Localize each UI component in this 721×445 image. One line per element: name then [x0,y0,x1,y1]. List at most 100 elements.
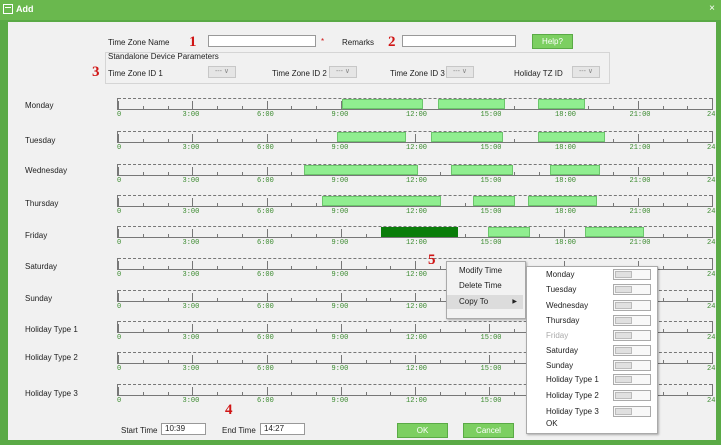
tick-mark [241,266,243,269]
tick-mark [340,229,342,237]
tick-mark [291,203,293,206]
time-segment[interactable] [341,99,424,109]
tick-mark [241,392,243,395]
copy-toggle[interactable] [613,374,651,385]
copy-target-holiday-type-2[interactable]: Holiday Type 2 [546,391,599,400]
remarks-label: Remarks [342,38,375,47]
copy-toggle[interactable] [613,284,651,295]
time-segment[interactable] [450,165,513,175]
tick-mark [662,266,664,269]
tick-mark [712,101,713,109]
copy-toggle[interactable] [613,269,651,280]
tick-mark [316,234,317,237]
tick-mark [712,198,713,206]
copy-target-wednesday[interactable]: Wednesday [546,301,588,310]
tick-mark [662,234,664,237]
axis-tick-label: 15:00 [480,111,502,119]
start-time-input[interactable]: 10:39 [161,423,206,435]
tick-mark [514,392,515,395]
row-label: Holiday Type 1 [25,325,78,334]
required-mark: * [321,37,325,46]
time-segment[interactable] [336,132,407,142]
help-button[interactable]: Help? [532,34,573,49]
time-segment[interactable] [304,165,419,175]
time-segment[interactable] [550,165,600,175]
tick-mark [217,329,218,332]
copy-target-monday[interactable]: Monday [546,270,574,279]
time-segment[interactable] [537,99,585,109]
tick-mark [192,387,194,395]
close-icon[interactable]: × [709,3,715,14]
tick-mark [662,392,664,395]
remarks-input[interactable] [402,35,516,47]
timeline-bar[interactable] [117,226,713,238]
holiday-tz-select[interactable]: --- ∨ [572,66,600,78]
time-segment[interactable] [584,227,645,237]
timeline-bar[interactable] [117,98,713,110]
tick-mark [266,261,268,269]
submenu-ok-button[interactable]: OK [546,419,558,428]
time-segment[interactable] [438,99,506,109]
tz3-select[interactable]: --- ∨ [446,66,474,78]
copy-target-holiday-type-1[interactable]: Holiday Type 1 [546,375,599,384]
copy-toggle[interactable] [613,300,651,311]
axis-tick-label: 0 [117,144,122,152]
tick-mark [439,266,441,269]
cancel-button[interactable]: Cancel [463,423,514,438]
copy-toggle[interactable] [613,345,651,356]
time-segment[interactable] [537,132,605,142]
copy-target-tuesday[interactable]: Tuesday [546,285,576,294]
tick-mark [340,261,342,269]
axis-tick-label: 9:00 [331,303,349,311]
delete-time-item[interactable]: Delete Time [447,279,523,293]
tick-mark [142,203,144,206]
copy-toggle [613,330,651,341]
tick-mark [266,198,268,206]
time-segment[interactable] [381,227,459,237]
axis-tick-label: 3:00 [182,177,200,185]
tick-mark [192,229,194,237]
copy-target-sunday[interactable]: Sunday [546,361,573,370]
copy-toggle[interactable] [613,360,651,371]
tick-mark [167,360,169,363]
timeline-bar[interactable] [117,195,713,207]
modify-time-item[interactable]: Modify Time [447,264,523,278]
copy-target-holiday-type-3[interactable]: Holiday Type 3 [546,407,599,416]
timeline-bar[interactable] [117,164,713,176]
ok-button[interactable]: OK [397,423,448,438]
tick-mark [316,203,317,206]
tick-mark [538,234,540,237]
axis-tick-label: 3:00 [182,144,200,152]
time-zone-name-label: Time Zone Name [108,38,170,47]
copy-target-saturday[interactable]: Saturday [546,346,578,355]
axis-tick-label: 24 [707,111,716,119]
row-label: Holiday Type 3 [25,389,78,398]
time-zone-name-input[interactable] [208,35,316,47]
time-segment[interactable] [321,196,441,206]
copy-to-item[interactable]: Copy To ▶ [447,295,523,309]
axis-tick-label: 3:00 [182,334,200,342]
time-segment[interactable] [527,196,598,206]
end-time-input[interactable]: 14:27 [260,423,305,435]
axis-tick-label: 24 [707,271,716,279]
tick-mark [415,355,416,363]
copy-target-thursday[interactable]: Thursday [546,316,579,325]
tz2-select[interactable]: --- ∨ [329,66,357,78]
tick-mark [291,329,293,332]
tz1-select[interactable]: --- ∨ [208,66,236,78]
tick-mark [637,101,639,109]
copy-toggle[interactable] [613,406,651,417]
time-segment[interactable] [430,132,503,142]
tick-mark [514,139,515,142]
tick-mark [241,203,243,206]
axis-tick-label: 9:00 [331,365,349,373]
time-segment[interactable] [488,227,531,237]
copy-toggle[interactable] [613,315,651,326]
tick-mark [167,203,169,206]
axis-tick-label: 9:00 [331,397,349,405]
copy-toggle[interactable] [613,390,651,401]
tick-mark [613,139,614,142]
axis-tick-label: 24 [707,208,716,216]
timeline-bar[interactable] [117,131,713,143]
time-segment[interactable] [473,196,516,206]
